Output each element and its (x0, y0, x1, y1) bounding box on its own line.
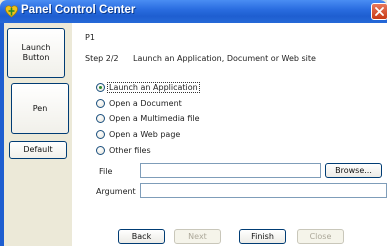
radio-button[interactable] (96, 113, 105, 123)
radio-button[interactable] (96, 129, 105, 139)
sidebar-default-button-label: Default (23, 145, 53, 154)
option-open-web-page[interactable]: Open a Web page (96, 128, 181, 140)
option-other-files[interactable]: Other files (96, 144, 152, 156)
back-button[interactable]: Back (118, 229, 165, 244)
step-instruction: Launch an Application, Document or Web s… (133, 54, 316, 63)
radio-button[interactable] (96, 82, 105, 92)
step-indicator: Step 2/2 (85, 54, 119, 63)
option-open-document[interactable]: Open a Document (96, 97, 183, 109)
close-icon (375, 7, 384, 16)
finish-button-label: Finish (251, 232, 274, 241)
panel-id: P1 (85, 33, 95, 42)
browse-button[interactable]: Browse... (325, 163, 382, 178)
sidebar-launch-button[interactable]: Launch Button (7, 28, 65, 78)
window: Panel Control Center Launch Button Pen D… (0, 0, 387, 246)
close-button-label: Close (309, 232, 332, 241)
close-button[interactable]: Close (297, 229, 344, 244)
title-bar[interactable]: Panel Control Center (0, 0, 387, 23)
window-frame-left (0, 23, 4, 246)
radio-button[interactable] (96, 145, 105, 155)
argument-label: Argument (96, 187, 136, 196)
sidebar-pen-button-label: Pen (32, 103, 48, 113)
option-label: Open a Multimedia file (109, 113, 200, 123)
file-input[interactable] (140, 163, 321, 178)
sidebar-pen-button[interactable]: Pen (11, 83, 69, 134)
sidebar-default-button[interactable]: Default (9, 141, 67, 159)
option-launch-application[interactable]: Launch an Application (96, 81, 200, 93)
close-window-button[interactable] (371, 3, 387, 20)
argument-input[interactable] (140, 183, 387, 198)
next-button[interactable]: Next (174, 229, 221, 244)
option-label: Open a Document (109, 98, 182, 108)
browse-button-label: Browse... (335, 166, 372, 175)
file-label: File (99, 167, 113, 176)
finish-button[interactable]: Finish (239, 229, 286, 244)
radio-button[interactable] (96, 98, 105, 108)
option-label: Launch an Application (107, 81, 200, 93)
option-open-multimedia[interactable]: Open a Multimedia file (96, 112, 201, 124)
heart-shield-icon (5, 5, 18, 18)
back-button-label: Back (131, 232, 152, 241)
option-label: Open a Web page (109, 129, 181, 139)
option-label: Other files (109, 145, 151, 155)
window-title: Panel Control Center (21, 4, 136, 16)
next-button-label: Next (188, 232, 207, 241)
sidebar-launch-button-label: Launch Button (21, 43, 51, 62)
